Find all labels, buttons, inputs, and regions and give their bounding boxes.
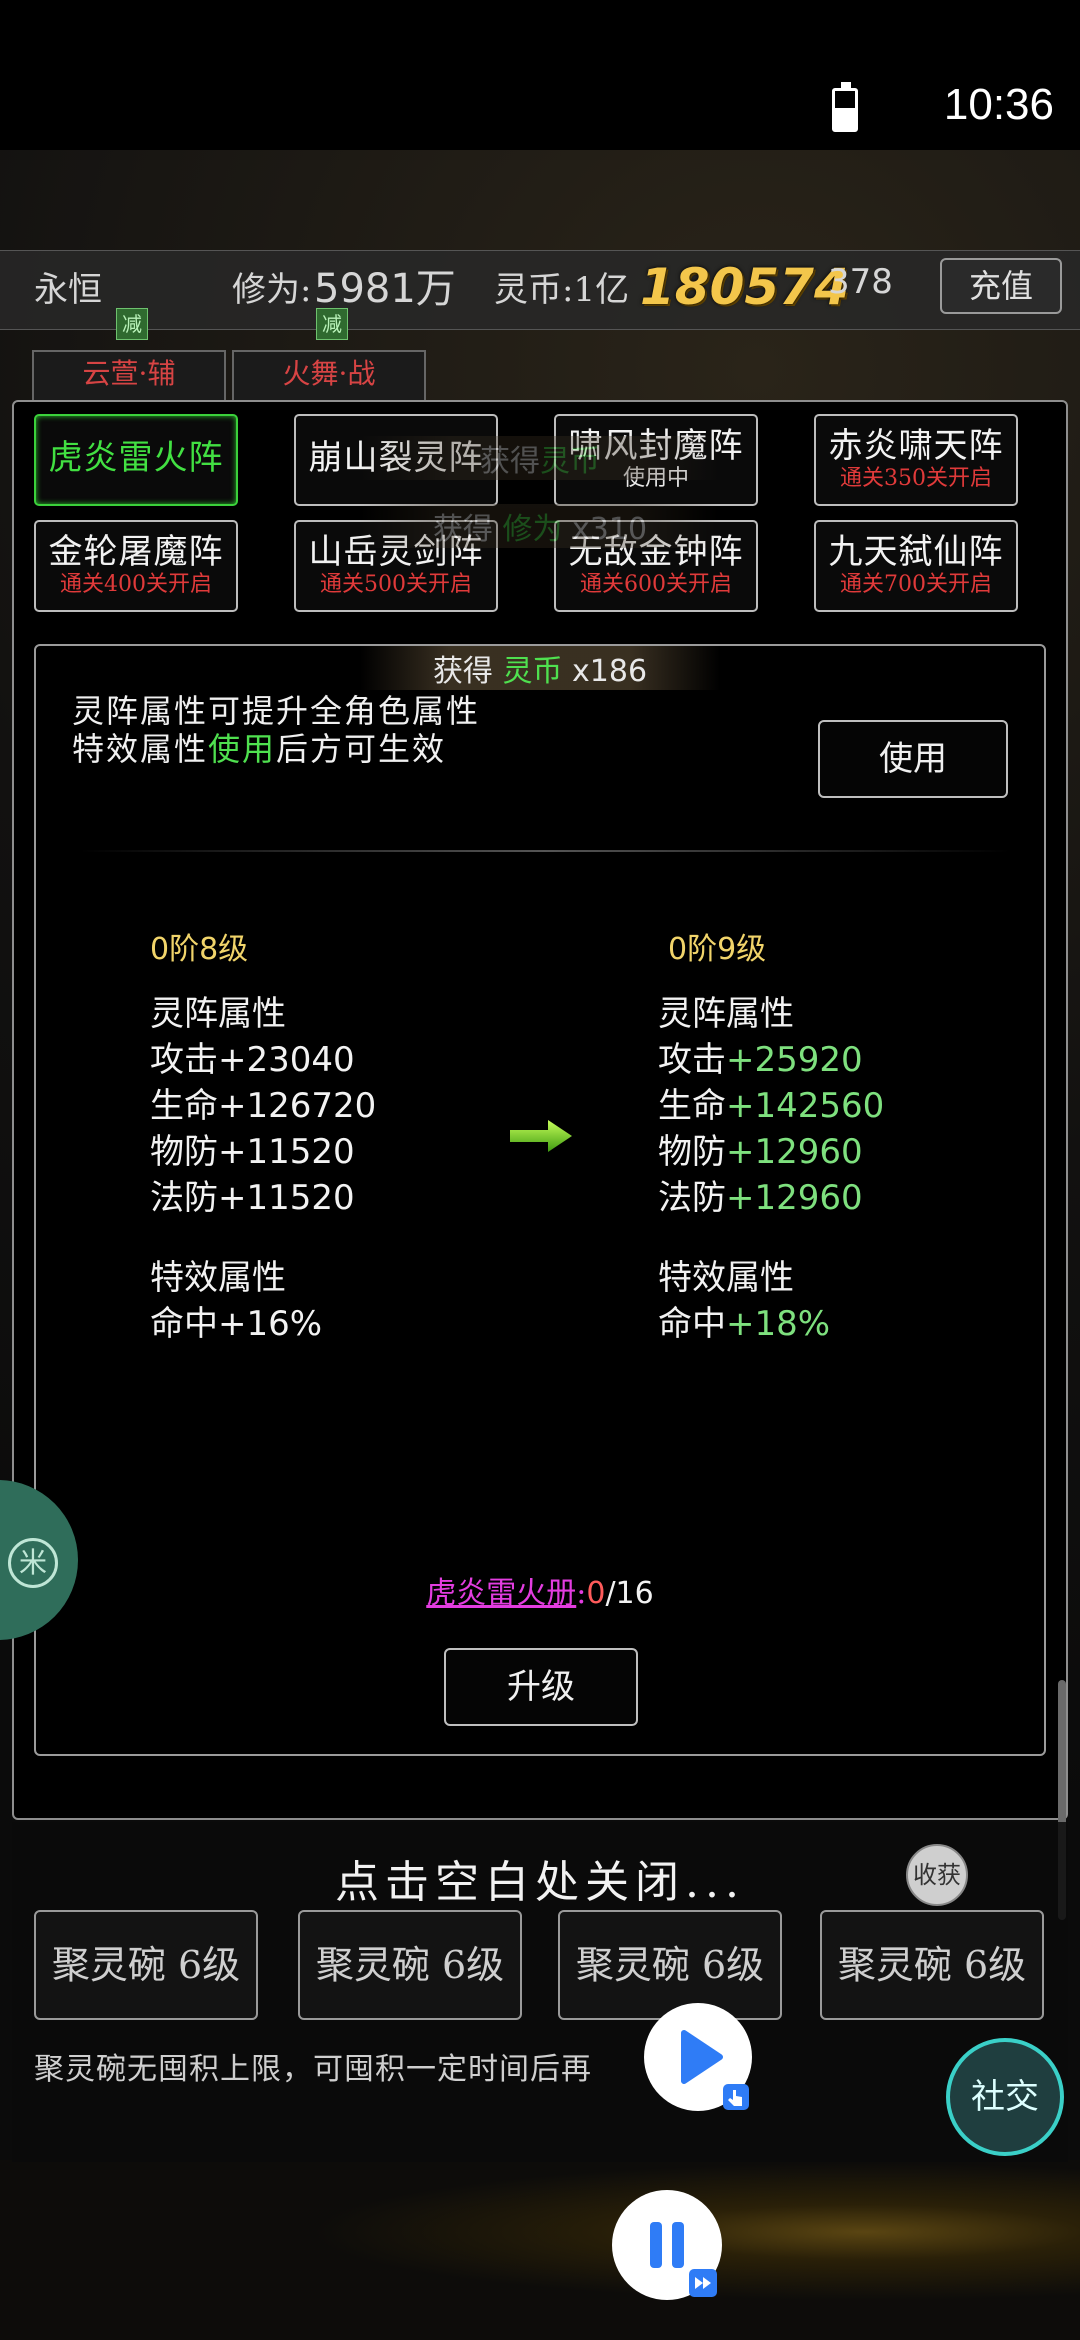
material-link[interactable]: 虎炎雷火册 (426, 1576, 576, 1611)
next-stat-hp: 生命+142560 (658, 1086, 885, 1126)
coin-gain-float: 180574 (640, 258, 849, 316)
clock: 10:36 (943, 80, 1054, 129)
game-background-bottom (0, 2160, 1080, 2340)
upgrade-material-requirement: 虎炎雷火册:0/16 (426, 1576, 654, 1611)
hero-debuff-badge: 减 (116, 308, 148, 340)
coin-label: 灵币:1亿 (494, 270, 630, 310)
rice-icon: 米 (8, 1538, 58, 1588)
upgrade-button[interactable]: 升级 (444, 1648, 638, 1726)
battery-icon (832, 82, 858, 132)
player-name: 永恒 (34, 270, 102, 310)
next-stat-pdef: 物防+12960 (658, 1132, 863, 1172)
tab-chiyan-xiaotian[interactable]: 赤炎啸天阵 通关350关开启 (814, 414, 1018, 506)
tab-label: 虎炎雷火阵 (48, 438, 224, 478)
bowl-slot-2[interactable]: 聚灵碗 6级 (298, 1910, 522, 2020)
tab-unlock-requirement: 通关350关开启 (840, 466, 992, 491)
tab-unlock-requirement: 通关600关开启 (580, 572, 732, 597)
divider (80, 850, 1010, 852)
bowl-slot-1[interactable]: 聚灵碗 6级 (34, 1910, 258, 2020)
upgrade-arrow-icon (510, 1120, 572, 1152)
next-effect-hit: 命中+18% (658, 1304, 831, 1344)
next-stat-mdef: 法防+12960 (658, 1178, 863, 1218)
reward-toast: 获得 修为 x310 (360, 504, 720, 548)
current-stat-mdef: 法防+11520 (150, 1178, 355, 1218)
next-stat-attack: 攻击+25920 (658, 1040, 863, 1080)
tab-jiutian-shixian[interactable]: 九天弑仙阵 通关700关开启 (814, 520, 1018, 612)
hero-tag-huowu[interactable]: 火舞·战 (232, 350, 426, 404)
cultivation-label: 修为: (232, 270, 312, 310)
current-stat-attack: 攻击+23040 (150, 1040, 355, 1080)
next-effect-title: 特效属性 (658, 1258, 794, 1298)
tab-jinlun-tumo[interactable]: 金轮屠魔阵 通关400关开启 (34, 520, 238, 612)
social-button[interactable]: 社交 (946, 2038, 1064, 2156)
reward-toast: 获得灵币 (360, 436, 720, 480)
harvest-button[interactable]: 收获 (906, 1844, 968, 1906)
pause-button[interactable] (612, 2190, 722, 2300)
play-button[interactable] (644, 2003, 752, 2111)
tab-unlock-requirement: 通关400关开启 (60, 572, 212, 597)
next-attr-title: 灵阵属性 (658, 994, 794, 1034)
use-button[interactable]: 使用 (818, 720, 1008, 798)
tab-label: 赤炎啸天阵 (828, 426, 1004, 466)
hero-debuff-badge: 减 (316, 308, 348, 340)
current-level: 0阶8级 (150, 932, 249, 967)
status-bar (0, 0, 1080, 150)
current-stat-hp: 生命+126720 (150, 1086, 377, 1126)
hero-tag-yunxuan[interactable]: 云萱·辅 (32, 350, 226, 404)
recharge-button[interactable]: 充值 (940, 258, 1062, 314)
current-attr-title: 灵阵属性 (150, 994, 286, 1034)
reward-toast: 获得 灵币 x186 (360, 646, 720, 690)
cultivation-value: 5981万 (314, 266, 456, 312)
current-effect-title: 特效属性 (150, 1258, 286, 1298)
bowl-slot-4[interactable]: 聚灵碗 6级 (820, 1910, 1044, 2020)
fast-forward-icon (689, 2269, 717, 2297)
tab-unlock-requirement: 通关700关开启 (840, 572, 992, 597)
description-line-2: 特效属性使用后方可生效 (72, 730, 447, 768)
bowl-note: 聚灵碗无囤积上限，可囤积一定时间后再 (34, 2052, 592, 2087)
current-effect-hit: 命中+16% (150, 1304, 323, 1344)
tab-label: 九天弑仙阵 (828, 532, 1004, 572)
next-level: 0阶9级 (668, 932, 767, 967)
top-bar-partial-value: 378 (828, 262, 893, 302)
tab-huyan-leihuo[interactable]: 虎炎雷火阵 (34, 414, 238, 506)
tab-label: 金轮屠魔阵 (48, 532, 224, 572)
tab-unlock-requirement: 通关500关开启 (320, 572, 472, 597)
touch-hand-icon (723, 2084, 749, 2110)
current-stat-pdef: 物防+11520 (150, 1132, 355, 1172)
